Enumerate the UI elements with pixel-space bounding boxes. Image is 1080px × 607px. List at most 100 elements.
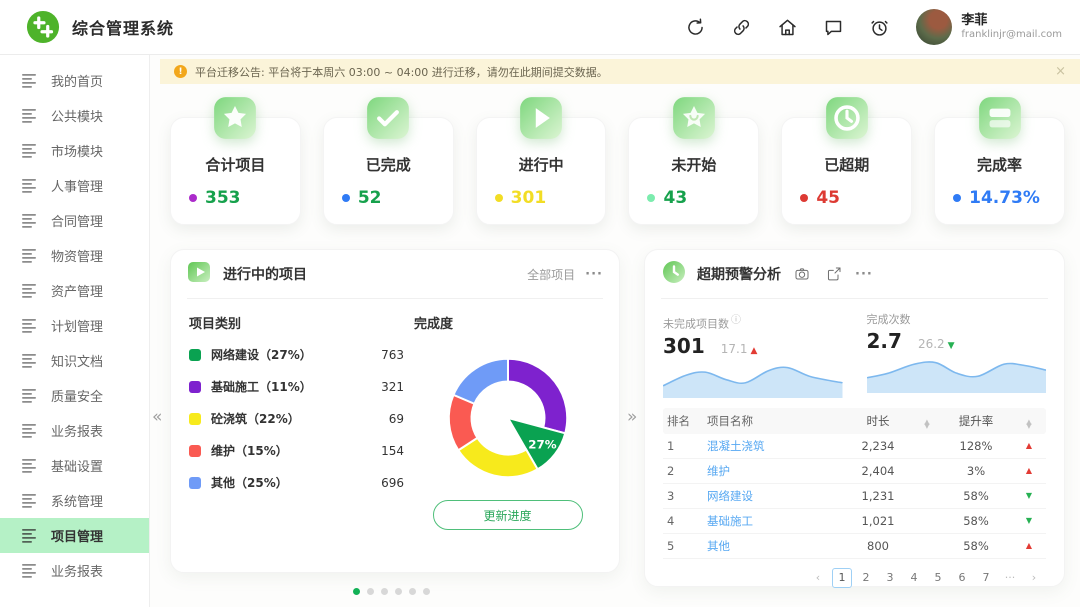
sidebar-item-12[interactable]: 系统管理 — [0, 483, 149, 518]
layers-icon — [976, 94, 1024, 146]
page-prev-icon[interactable]: ‹ — [808, 568, 828, 588]
kpi-1: 完成次数2.726.2▼ — [867, 311, 1047, 398]
table-header-row: 排名项目名称时长▲▼提升率▲▼ — [663, 408, 1046, 434]
carousel-prev-icon[interactable]: « — [152, 407, 162, 427]
sidebar-item-3[interactable]: 人事管理 — [0, 168, 149, 203]
clock-badge-icon — [661, 259, 687, 289]
update-progress-button[interactable]: 更新进度 — [433, 500, 583, 530]
sidebar-item-label: 质量安全 — [51, 386, 103, 405]
link-icon[interactable] — [722, 8, 760, 46]
stat-card-value: 14.73% — [969, 188, 1040, 208]
page-3[interactable]: 3 — [880, 568, 900, 588]
col-rank: 排名 — [663, 413, 703, 429]
status-dot — [189, 194, 197, 202]
sort-icon[interactable]: ▲▼ — [924, 421, 929, 429]
stat-cards-row: 合计项目353已完成52进行中301未开始43已超期45完成率14.73% — [150, 117, 1080, 225]
col-rate: 提升率 — [940, 413, 1012, 429]
sidebar-item-7[interactable]: 计划管理 — [0, 308, 149, 343]
user-avatar[interactable] — [916, 9, 952, 45]
legend-value: 321 — [381, 380, 404, 394]
list-icon — [22, 564, 38, 578]
status-dot — [342, 194, 350, 202]
sidebar-item-8[interactable]: 知识文档 — [0, 343, 149, 378]
sidebar-item-6[interactable]: 资产管理 — [0, 273, 149, 308]
legend-color-swatch — [189, 349, 201, 361]
list-icon — [22, 354, 38, 368]
legend-value: 763 — [381, 348, 404, 362]
page-4[interactable]: 4 — [904, 568, 924, 588]
refresh-icon[interactable] — [676, 8, 714, 46]
category-header: 项目类别 — [189, 313, 404, 332]
stat-card-title: 完成率 — [977, 154, 1022, 175]
user-menu[interactable]: 李菲franklinjr@mail.com — [916, 9, 1062, 45]
list-icon — [22, 319, 38, 333]
info-icon[interactable]: ⓘ — [731, 315, 741, 326]
sidebar-item-label: 知识文档 — [51, 351, 103, 370]
more-options-icon[interactable]: ··· — [855, 267, 873, 282]
sidebar-item-label: 我的首页 — [51, 71, 103, 90]
list-icon — [22, 389, 38, 403]
project-link[interactable]: 混凝土浇筑 — [703, 438, 842, 454]
rank-cell: 4 — [663, 514, 703, 528]
sidebar-item-label: 公共模块 — [51, 106, 103, 125]
page-7[interactable]: 7 — [976, 568, 996, 588]
alarm-icon[interactable] — [860, 8, 898, 46]
completion-header: 完成度 — [414, 313, 453, 332]
carousel-dot-4[interactable] — [409, 588, 416, 595]
export-share-icon[interactable] — [823, 263, 845, 285]
sidebar-item-4[interactable]: 合同管理 — [0, 203, 149, 238]
page-1[interactable]: 1 — [832, 568, 852, 588]
table-row-4: 5其他80058%▲ — [663, 534, 1046, 559]
sidebar-item-11[interactable]: 基础设置 — [0, 448, 149, 483]
stat-card-title: 已完成 — [366, 154, 411, 175]
legend-item-4: 其他（25%）696 — [189, 474, 404, 491]
carousel-next-icon[interactable]: » — [627, 407, 637, 427]
stat-card-title: 已超期 — [824, 154, 869, 175]
stat-card-value: 43 — [663, 188, 687, 208]
carousel-dot-1[interactable] — [367, 588, 374, 595]
overdue-table: 排名项目名称时长▲▼提升率▲▼1混凝土浇筑2,234128%▲2维护2,4043… — [663, 408, 1046, 559]
carousel-dot-5[interactable] — [423, 588, 430, 595]
list-icon — [22, 249, 38, 263]
sidebar: 我的首页公共模块市场模块人事管理合同管理物资管理资产管理计划管理知识文档质量安全… — [0, 55, 150, 607]
carousel-dot-2[interactable] — [381, 588, 388, 595]
page-next-icon[interactable]: › — [1024, 568, 1044, 588]
trend-down-icon: ▼ — [1012, 491, 1046, 500]
project-link[interactable]: 基础施工 — [703, 513, 842, 529]
sidebar-item-1[interactable]: 公共模块 — [0, 98, 149, 133]
user-email: franklinjr@mail.com — [961, 29, 1062, 42]
more-options-icon[interactable]: ··· — [585, 267, 603, 282]
page-6[interactable]: 6 — [952, 568, 972, 588]
legend-color-swatch — [189, 413, 201, 425]
all-projects-link[interactable]: 全部项目 — [527, 266, 575, 283]
sidebar-item-label: 业务报表 — [51, 561, 103, 580]
banner-close-icon[interactable]: × — [1055, 64, 1066, 79]
sidebar-item-label: 资产管理 — [51, 281, 103, 300]
carousel-dot-3[interactable] — [395, 588, 402, 595]
project-link[interactable]: 网络建设 — [703, 488, 842, 504]
legend-label: 维护（15%） — [211, 442, 288, 459]
sidebar-item-10[interactable]: 业务报表 — [0, 413, 149, 448]
page-5[interactable]: 5 — [928, 568, 948, 588]
list-icon — [22, 459, 38, 473]
message-icon[interactable] — [814, 8, 852, 46]
sidebar-item-13[interactable]: 项目管理 — [0, 518, 149, 553]
trend-up-icon: ▲ — [1012, 466, 1046, 475]
sidebar-item-9[interactable]: 质量安全 — [0, 378, 149, 413]
sidebar-item-5[interactable]: 物资管理 — [0, 238, 149, 273]
carousel-dot-0[interactable] — [353, 588, 360, 595]
sidebar-item-14[interactable]: 业务报表 — [0, 553, 149, 588]
sort-icon[interactable]: ▲▼ — [1026, 421, 1031, 429]
home-icon[interactable] — [768, 8, 806, 46]
snapshot-camera-icon[interactable] — [791, 263, 813, 285]
panel-title: 进行中的项目 — [223, 264, 307, 284]
list-icon — [22, 494, 38, 508]
project-link[interactable]: 其他 — [703, 538, 842, 554]
status-dot — [495, 194, 503, 202]
sidebar-item-0[interactable]: 我的首页 — [0, 63, 149, 98]
page-2[interactable]: 2 — [856, 568, 876, 588]
sidebar-item-2[interactable]: 市场模块 — [0, 133, 149, 168]
list-icon — [22, 284, 38, 298]
sidebar-item-label: 市场模块 — [51, 141, 103, 160]
project-link[interactable]: 维护 — [703, 463, 842, 479]
